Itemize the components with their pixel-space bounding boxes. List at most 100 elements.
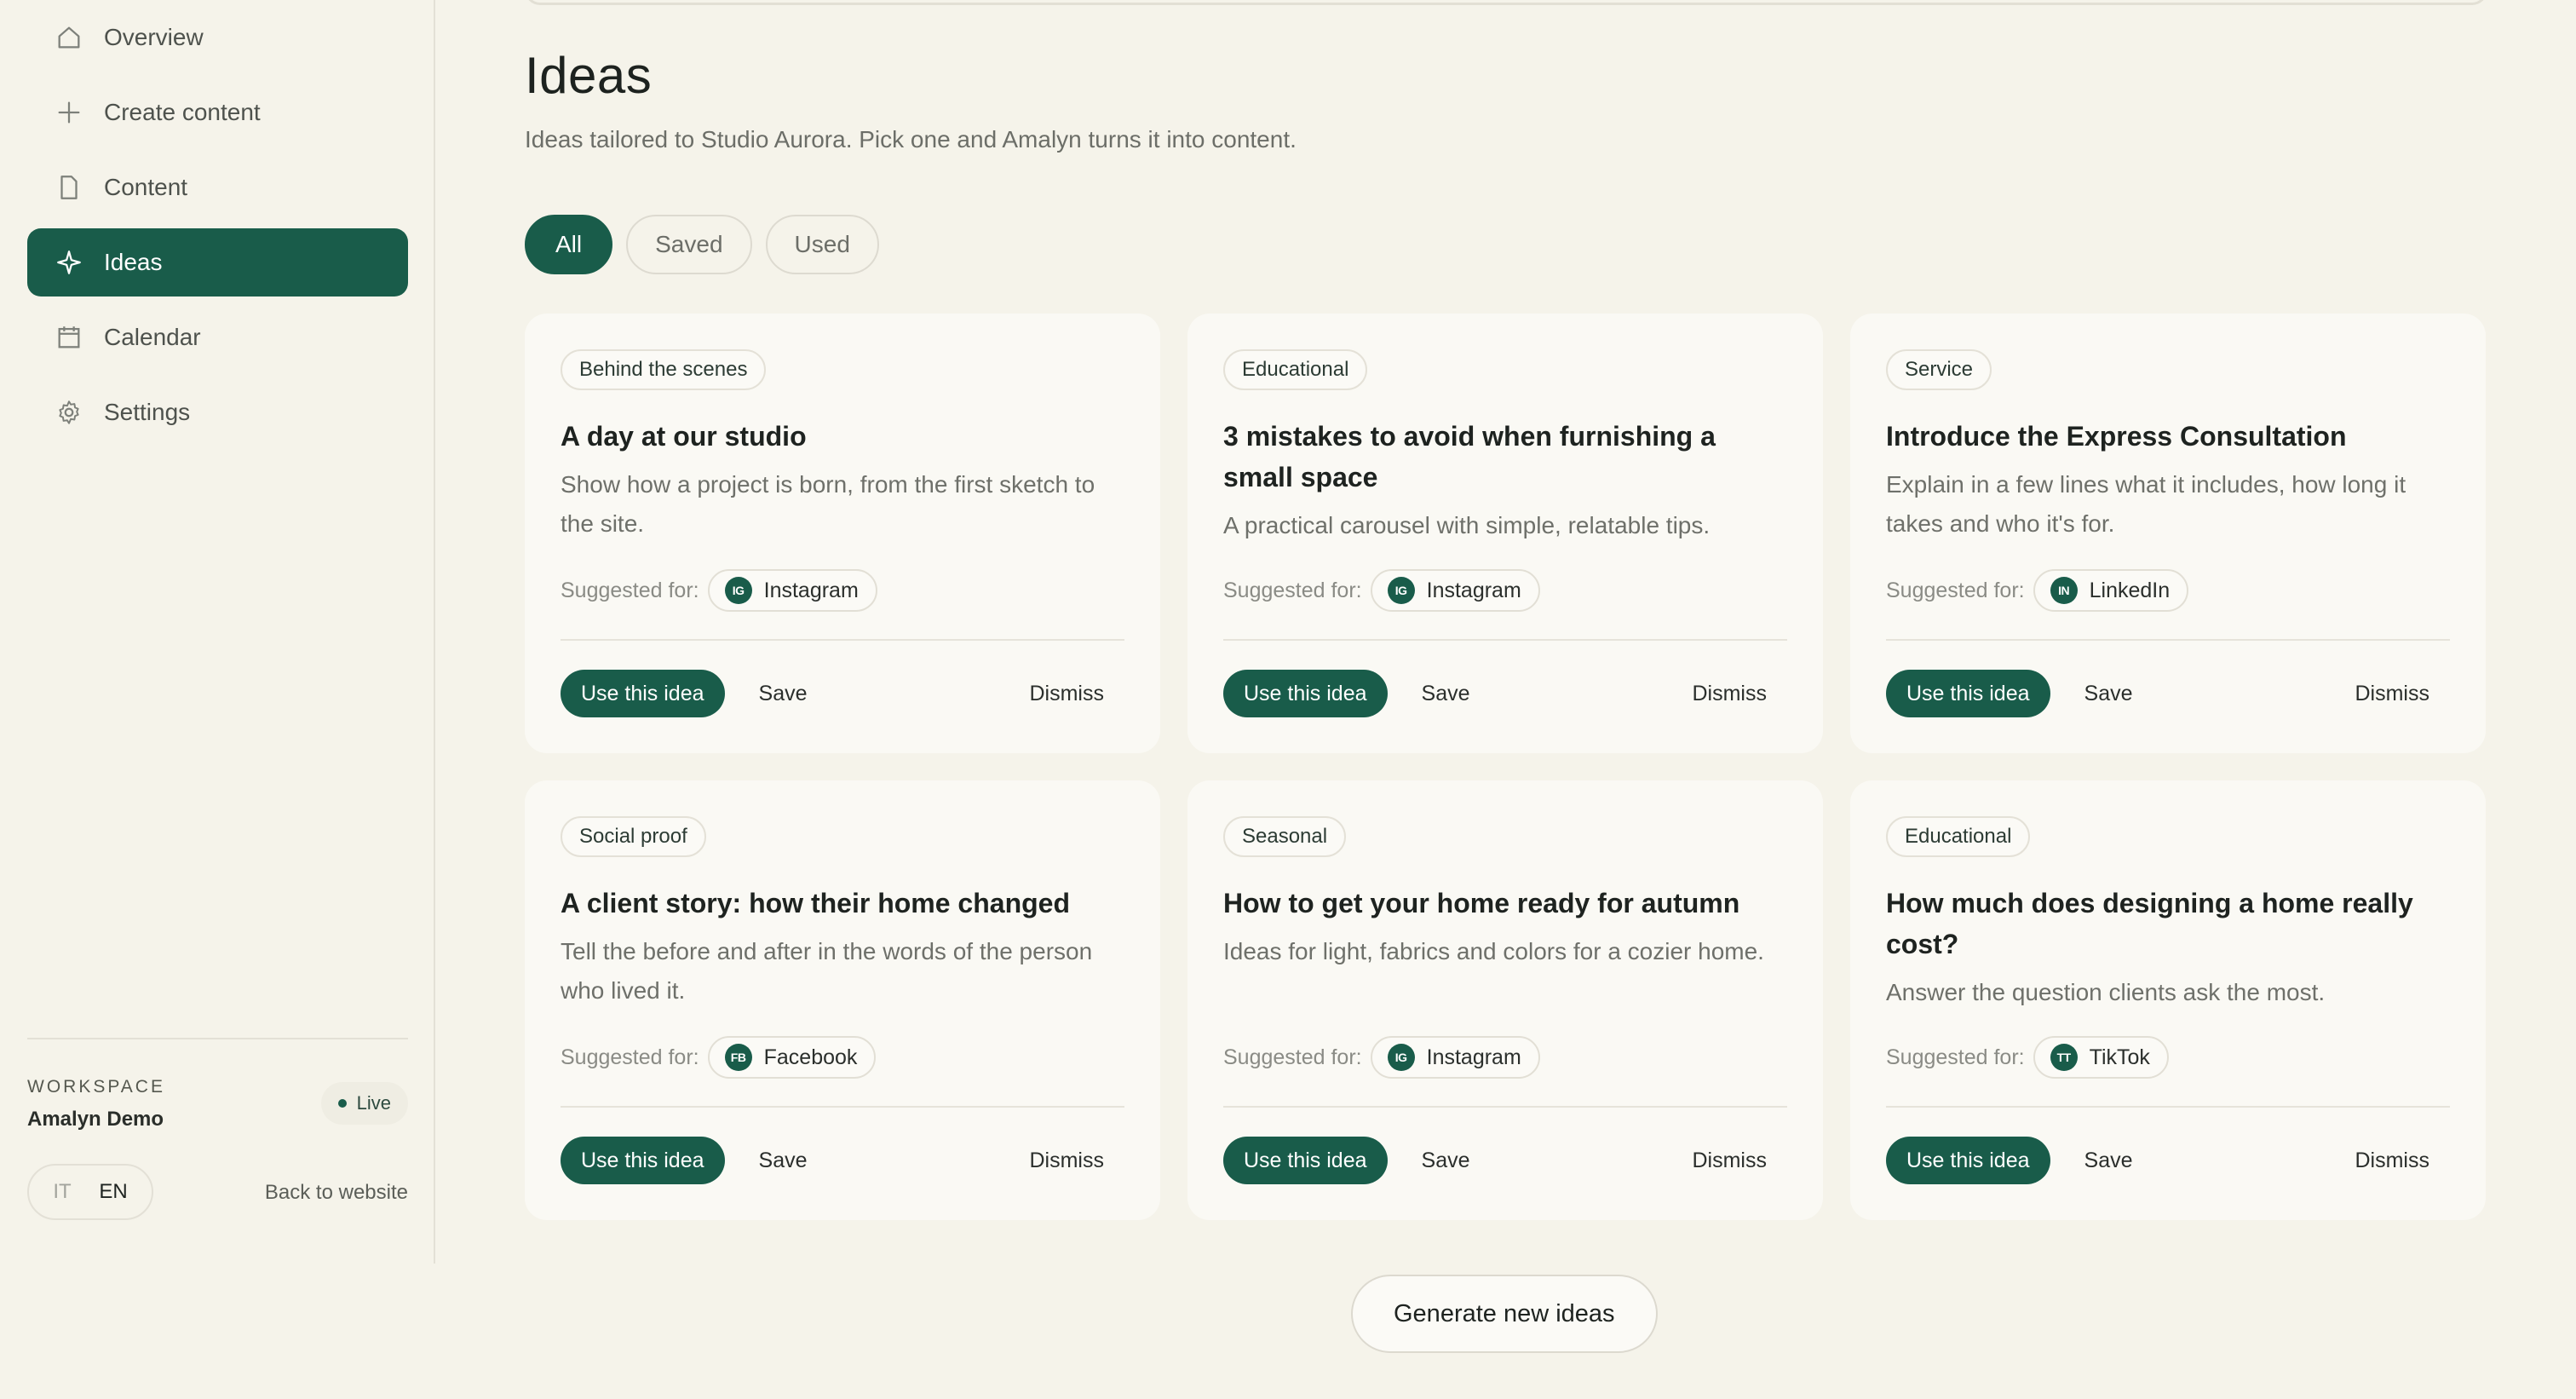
card-divider — [1223, 639, 1787, 641]
platform-pill: FB Facebook — [707, 1036, 877, 1079]
idea-description: Ideas for light, fabrics and colors for … — [1223, 938, 1764, 964]
use-idea-button[interactable]: Use this idea — [1886, 1137, 2050, 1184]
card-divider — [1223, 1106, 1787, 1108]
calendar-icon — [55, 323, 83, 352]
suggested-label: Suggested for: — [1886, 578, 2025, 602]
page-subtitle: Ideas tailored to Studio Aurora. Pick on… — [525, 126, 1297, 153]
back-to-website-link[interactable]: Back to website — [265, 1181, 408, 1205]
sidebar-item-create-content[interactable]: Create content — [27, 78, 408, 147]
ideas-grid: Behind the scenes A day at our studio Sh… — [525, 314, 2487, 1220]
status-badge: Live — [320, 1082, 408, 1125]
save-button[interactable]: Save — [2084, 682, 2133, 706]
dismiss-button[interactable]: Dismiss — [1693, 682, 1768, 706]
save-button[interactable]: Save — [2084, 1149, 2133, 1173]
sidebar-item-label: Calendar — [104, 324, 201, 350]
idea-title: How to get your home ready for autumn — [1223, 888, 1740, 918]
suggested-platform: Suggested for: IG Instagram — [561, 569, 877, 612]
tiktok-icon: TT — [2050, 1044, 2078, 1071]
idea-title: A client story: how their home changed — [561, 888, 1070, 918]
suggested-platform: Suggested for: IG Instagram — [1223, 569, 1540, 612]
platform-pill: IG Instagram — [1370, 569, 1540, 612]
dismiss-button[interactable]: Dismiss — [1030, 1149, 1105, 1173]
card-divider — [561, 639, 1124, 641]
card-actions: Use this idea Save Dismiss — [1886, 1137, 2450, 1184]
idea-title: How much does designing a home really co… — [1886, 888, 2413, 959]
idea-title: 3 mistakes to avoid when furnishing a sm… — [1223, 421, 1716, 492]
platform-pill: IG Instagram — [1370, 1036, 1540, 1079]
idea-card: Service Introduce the Express Consultati… — [1850, 314, 2486, 753]
suggested-platform: Suggested for: IN LinkedIn — [1886, 569, 2189, 612]
suggested-label: Suggested for: — [1223, 1045, 1362, 1069]
use-idea-button[interactable]: Use this idea — [1223, 1137, 1388, 1184]
filter-saved[interactable]: Saved — [626, 215, 752, 274]
save-button[interactable]: Save — [1422, 1149, 1470, 1173]
platform-name: Facebook — [763, 1045, 858, 1069]
sidebar-nav: Overview Create content Content Ideas Ca… — [27, 0, 408, 453]
status-badge-label: Live — [356, 1092, 391, 1114]
document-icon — [55, 173, 83, 202]
instagram-icon: IG — [1387, 1044, 1415, 1071]
dismiss-button[interactable]: Dismiss — [1693, 1149, 1768, 1173]
platform-name: Instagram — [763, 578, 859, 602]
idea-description: Explain in a few lines what it includes,… — [1886, 471, 2406, 537]
card-actions: Use this idea Save Dismiss — [1223, 1137, 1787, 1184]
home-icon — [55, 23, 83, 52]
idea-card: Seasonal How to get your home ready for … — [1187, 780, 1823, 1220]
idea-tag: Service — [1886, 349, 1992, 390]
sidebar-item-calendar[interactable]: Calendar — [27, 303, 408, 371]
filter-tabs: All Saved Used — [525, 215, 879, 274]
platform-pill: TT TikTok — [2033, 1036, 2169, 1079]
platform-name: LinkedIn — [2089, 578, 2171, 602]
card-actions: Use this idea Save Dismiss — [1886, 670, 2450, 717]
language-option-en[interactable]: EN — [99, 1180, 127, 1204]
language-switch: IT EN — [27, 1164, 153, 1220]
card-divider — [1886, 639, 2450, 641]
sidebar-item-content[interactable]: Content — [27, 153, 408, 222]
sidebar-item-label: Create content — [104, 99, 261, 125]
card-actions: Use this idea Save Dismiss — [561, 670, 1124, 717]
platform-pill: IG Instagram — [707, 569, 877, 612]
idea-description: Answer the question clients ask the most… — [1886, 979, 2326, 1005]
linkedin-icon: IN — [2050, 577, 2078, 604]
language-option-it[interactable]: IT — [53, 1180, 71, 1204]
use-idea-button[interactable]: Use this idea — [561, 1137, 725, 1184]
idea-tag: Social proof — [561, 816, 706, 857]
idea-card: Educational 3 mistakes to avoid when fur… — [1187, 314, 1823, 753]
suggested-label: Suggested for: — [1223, 578, 1362, 602]
sidebar-item-label: Settings — [104, 399, 191, 425]
idea-description: Show how a project is born, from the fir… — [561, 471, 1095, 537]
generate-ideas-button[interactable]: Generate new ideas — [1351, 1275, 1658, 1353]
use-idea-button[interactable]: Use this idea — [1886, 670, 2050, 717]
platform-pill: IN LinkedIn — [2033, 569, 2189, 612]
dismiss-button[interactable]: Dismiss — [1030, 682, 1105, 706]
use-idea-button[interactable]: Use this idea — [1223, 670, 1388, 717]
save-button[interactable]: Save — [759, 682, 808, 706]
dismiss-button[interactable]: Dismiss — [2355, 1149, 2430, 1173]
save-button[interactable]: Save — [1422, 682, 1470, 706]
use-idea-button[interactable]: Use this idea — [561, 670, 725, 717]
suggested-label: Suggested for: — [561, 578, 699, 602]
filter-used[interactable]: Used — [765, 215, 879, 274]
platform-name: TikTok — [2089, 1045, 2150, 1069]
live-dot-icon — [337, 1099, 347, 1108]
idea-tag: Educational — [1223, 349, 1368, 390]
idea-description: Tell the before and after in the words o… — [561, 938, 1093, 1004]
idea-title: Introduce the Express Consultation — [1886, 421, 2347, 452]
suggested-label: Suggested for: — [561, 1045, 699, 1069]
platform-name: Instagram — [1426, 578, 1521, 602]
idea-tag: Seasonal — [1223, 816, 1347, 857]
sidebar: Overview Create content Content Ideas Ca… — [0, 0, 435, 1264]
sidebar-item-label: Ideas — [104, 249, 163, 275]
sidebar-item-settings[interactable]: Settings — [27, 378, 408, 446]
gear-icon — [55, 398, 83, 427]
instagram-icon: IG — [724, 577, 752, 604]
card-actions: Use this idea Save Dismiss — [561, 1137, 1124, 1184]
filter-all[interactable]: All — [525, 215, 613, 274]
save-button[interactable]: Save — [759, 1149, 808, 1173]
dismiss-button[interactable]: Dismiss — [2355, 682, 2430, 706]
sidebar-item-label: Overview — [104, 24, 204, 50]
sidebar-item-label: Content — [104, 174, 188, 200]
sidebar-item-overview[interactable]: Overview — [27, 3, 408, 72]
sidebar-item-ideas[interactable]: Ideas — [27, 228, 408, 296]
sparkle-icon — [55, 248, 83, 277]
